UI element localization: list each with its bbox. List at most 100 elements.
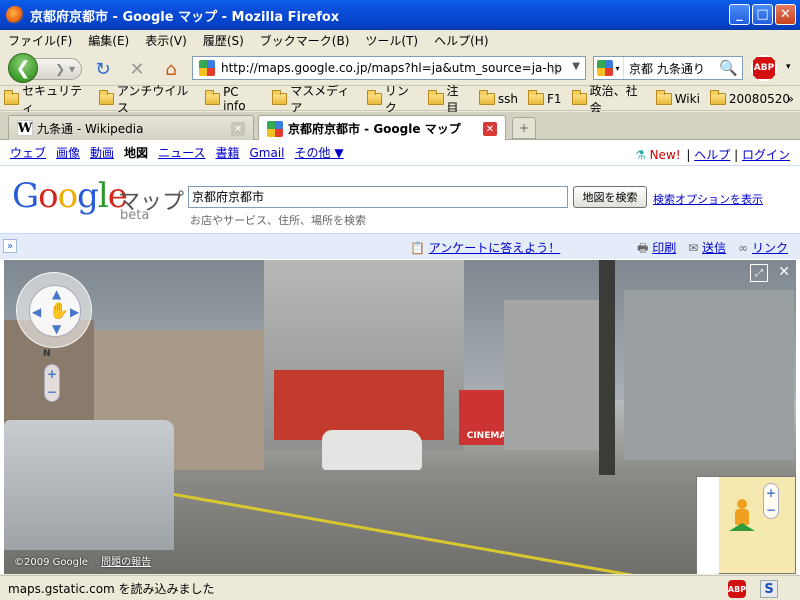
search-bar[interactable]: ▾ 京都 九条通り 🔍 [593,56,743,80]
login-link[interactable]: ログイン [742,148,790,162]
link-link[interactable]: リンク [752,241,788,255]
search-engine-icon[interactable]: ▾ [594,57,624,79]
pan-up-icon[interactable]: ▲ [52,287,61,301]
folder-icon [655,89,672,105]
folder-icon [571,89,587,105]
maximize-button[interactable]: □ [752,4,773,25]
tab-google-maps[interactable]: 京都府京都市 - Google マップ ✕ [258,115,506,141]
maps-search-input[interactable]: 京都府京都市 [188,186,568,208]
search-magnifier-icon[interactable]: 🔍 [719,59,738,77]
new-tab-button[interactable]: + [512,117,536,139]
window-title: 京都府京都市 - Google マップ - Mozilla Firefox [30,9,340,25]
menu-edit[interactable]: 編集(E) [80,32,137,49]
status-s-icon[interactable]: S [760,580,778,598]
tab-close-icon[interactable]: ✕ [483,122,497,136]
tab-close-icon[interactable]: ✕ [231,122,245,136]
pan-right-icon[interactable]: ▶ [70,305,79,319]
gbar-more-link[interactable]: その他 ▼ [295,144,344,161]
folder-icon [527,89,544,105]
menu-history[interactable]: 履歴(S) [195,32,252,49]
google-maps-favicon-icon [267,120,283,137]
copyright-notice: ©2009 Google 問題の報告 [14,557,152,568]
abp-dropdown-icon[interactable]: ▾ [786,62,791,72]
folder-icon [709,89,726,105]
url-dropdown-icon[interactable]: ▼ [572,61,580,72]
google-logo[interactable]: Google [12,176,128,216]
reload-icon[interactable]: ↻ [92,58,114,80]
pan-control[interactable]: ▲ ▼ ◀ ▶ ✋ N [16,272,92,359]
zoom-out-button[interactable]: − [45,383,59,401]
bookmark-star-icon[interactable]: ☆ [549,59,563,78]
sidebar-toggle-button[interactable]: » [3,239,17,253]
minimize-button[interactable]: _ [729,4,750,25]
bookmark-folder[interactable]: F1 [527,89,562,106]
stop-icon[interactable]: ✕ [126,58,148,80]
bookmark-folder[interactable]: リンク [366,82,419,116]
plus-icon: + [518,121,530,135]
wikipedia-favicon-icon: W [17,120,33,136]
bookmark-folder[interactable]: ssh [478,89,518,106]
minimap-zoom-out-button[interactable]: − [764,501,778,518]
url-bar[interactable]: http://maps.google.co.jp/maps?hl=ja&utm_… [192,56,586,80]
gbar-web-link[interactable]: ウェブ [10,144,46,161]
gbar-news-link[interactable]: ニュース [158,144,205,161]
survey-link[interactable]: アンケートに答えよう！ [429,241,561,255]
help-link[interactable]: ヘルプ [694,148,730,162]
close-streetview-icon[interactable]: ✕ [778,264,790,280]
minimap-zoom-in-button[interactable]: + [764,484,778,501]
bookmark-folder[interactable]: PC info [205,85,262,113]
maps-search-button[interactable]: 地図を検索 [573,186,647,208]
send-link[interactable]: 送信 [702,241,726,255]
adblock-plus-icon[interactable]: ABP [751,55,777,81]
gbar-books-link[interactable]: 書籍 [215,144,239,161]
bookmark-folder[interactable]: 政治、社会 [571,82,646,116]
menu-file[interactable]: ファイル(F) [0,32,80,49]
menu-bookmarks[interactable]: ブックマーク(B) [252,32,358,49]
fullscreen-icon[interactable]: ⤢ [750,264,768,282]
survey-icon: 📋 [410,241,425,255]
firefox-icon [6,6,24,24]
pegman-icon[interactable] [729,499,755,531]
bookmark-folder[interactable]: Wiki [655,89,700,106]
print-link[interactable]: 印刷 [652,241,676,255]
mail-icon: ✉ [688,241,699,255]
google-bar: ウェブ 画像 動画 地図 ニュース 書籍 Gmail その他 ▼ ⚗ New! … [0,140,800,166]
gbar-maps-current: 地図 [124,146,149,160]
gbar-video-link[interactable]: 動画 [90,144,114,161]
home-icon[interactable]: ⌂ [160,58,182,80]
maps-header: Google マップ beta 京都府京都市 地図を検索 検索オプションを表示 … [0,166,800,232]
menu-view[interactable]: 表示(V) [137,32,195,49]
back-button[interactable]: ❮ [8,53,38,83]
new-label: New! [649,148,681,162]
bookmark-folder[interactable]: セキュリティ [3,82,89,116]
beta-label: beta [120,208,150,223]
search-options-link[interactable]: 検索オプションを表示 [653,191,763,207]
folder-icon [98,89,114,105]
map-toolbar: » 📋 アンケートに答えよう！ 🖶 印刷 ✉ 送信 ∞ リンク [0,233,800,259]
street-view-panorama[interactable]: CINEMA ▲ ▼ ◀ ▶ ✋ N + − ⤢ ✕ + − ©2009 Goo… [4,260,796,574]
tab-strip: W 九条通 - Wikipedia ✕ 京都府京都市 - Google マップ … [0,112,800,141]
white-car [322,430,422,470]
tab-wikipedia[interactable]: W 九条通 - Wikipedia ✕ [8,115,254,140]
menu-help[interactable]: ヘルプ(H) [426,32,496,49]
page-content: ウェブ 画像 動画 地図 ニュース 書籍 Gmail その他 ▼ ⚗ New! … [0,140,800,574]
pan-left-icon[interactable]: ◀ [32,305,41,319]
mini-map[interactable]: + − [696,476,796,574]
search-hint: お店やサービス、住所、場所を検索 [190,214,366,227]
bookmark-folder[interactable]: アンチウイルス [98,82,195,116]
report-problem-link[interactable]: 問題の報告 [101,557,151,568]
bookmarks-overflow-button[interactable]: » [787,92,794,106]
bookmark-folder[interactable]: 注目 [428,82,468,116]
print-icon: 🖶 [637,241,649,255]
status-abp-icon[interactable]: ABP [728,580,746,598]
bookmark-folder[interactable]: 20080520 [709,89,790,106]
forward-button[interactable]: ❯ ▾ [32,58,82,80]
close-window-button[interactable]: ✕ [775,4,796,25]
gbar-images-link[interactable]: 画像 [56,144,80,161]
zoom-in-button[interactable]: + [45,365,59,383]
pan-down-icon[interactable]: ▼ [52,322,61,336]
bookmark-folder[interactable]: マスメディア [272,82,357,116]
menu-tools[interactable]: ツール(T) [357,32,426,49]
site-favicon-icon [199,60,215,76]
gbar-gmail-link[interactable]: Gmail [249,146,284,160]
